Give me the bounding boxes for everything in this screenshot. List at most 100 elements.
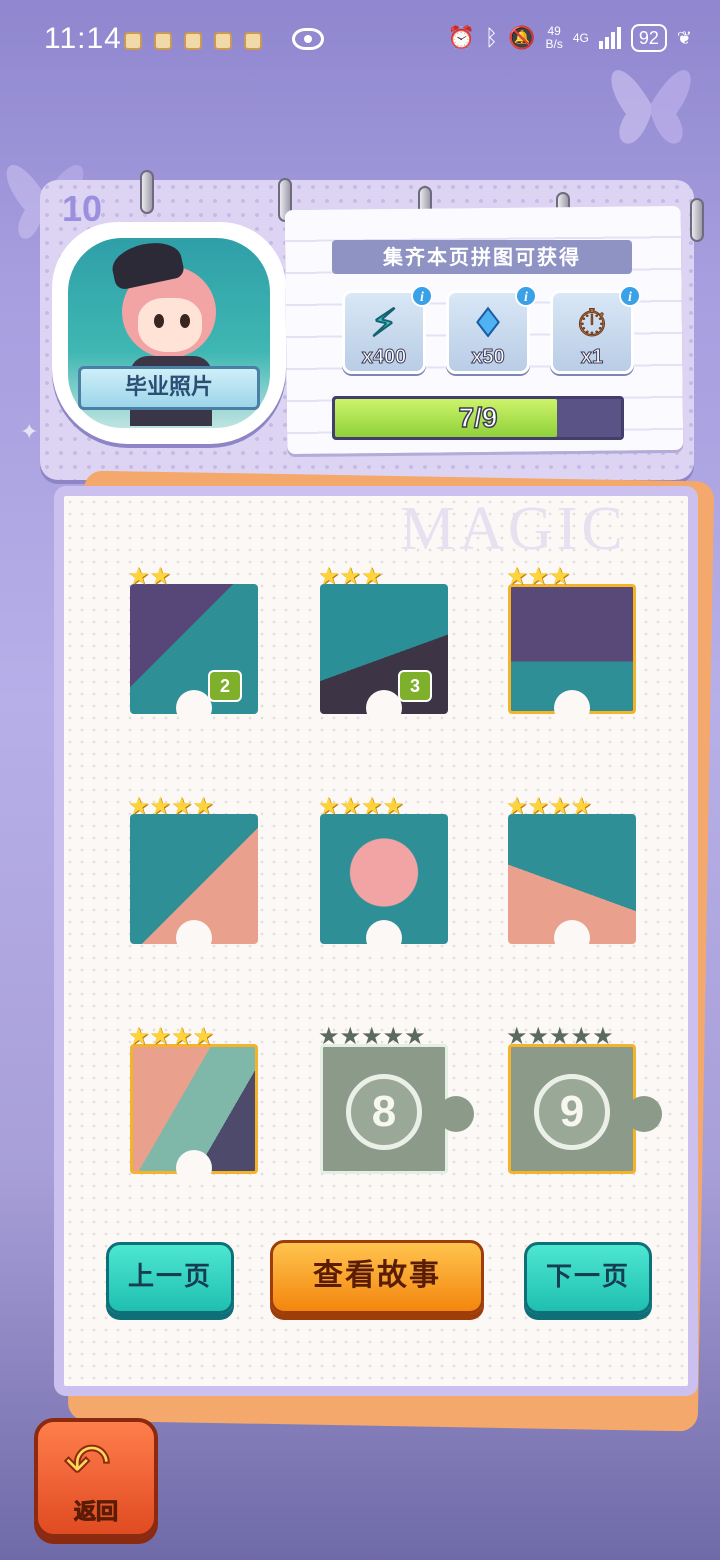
star-rating: ★ ★ ★ ★: [318, 794, 404, 818]
puzzle-piece[interactable]: ★ ★ ★ ★: [128, 1024, 258, 1186]
star-empty-icon: ★: [339, 1022, 362, 1050]
star-filled-icon: ★: [361, 562, 383, 590]
sparkle-icon: ✦: [20, 420, 39, 445]
chapter-title: 毕业照片: [78, 366, 260, 410]
puzzle-piece[interactable]: ★ ★ 2: [128, 564, 258, 726]
info-icon[interactable]: i: [411, 285, 433, 307]
puzzle-piece[interactable]: ★ ★ ★ ★: [128, 794, 258, 956]
star-empty-icon: ★: [404, 1022, 426, 1050]
star-filled-icon: ★: [318, 562, 340, 590]
star-filled-icon: ★: [549, 562, 571, 590]
star-empty-icon: ★: [506, 1022, 528, 1050]
network-type: 4G: [572, 30, 589, 45]
binder-ring: [140, 170, 154, 214]
star-empty-icon: ★: [318, 1022, 340, 1050]
piece-knob: [554, 920, 590, 956]
diamond-gem-icon: ♦: [470, 300, 506, 346]
reward-title: 集齐本页拼图可获得: [332, 240, 632, 274]
star-filled-icon: ★: [171, 792, 193, 820]
star-filled-icon: ★: [570, 792, 593, 820]
alarm-icon: ⏰: [447, 25, 475, 50]
star-filled-icon: ★: [192, 792, 215, 820]
page-number: 10: [62, 188, 103, 229]
puzzle-piece-locked[interactable]: ★ ★ ★ ★ ★ 9: [506, 1024, 662, 1174]
next-page-button[interactable]: 下一页: [524, 1242, 652, 1314]
eye-icon: [292, 28, 324, 50]
puzzle-piece[interactable]: ★ ★ ★ ★: [318, 794, 448, 956]
mute-bell-icon: 🔕: [508, 25, 536, 50]
star-filled-icon: ★: [318, 792, 340, 820]
star-filled-icon: ★: [506, 792, 528, 820]
app-notification-icon: [214, 32, 232, 50]
info-icon[interactable]: i: [619, 285, 641, 307]
piece-knob: [366, 690, 402, 726]
star-filled-icon: ★: [549, 792, 571, 820]
star-empty-icon: ★: [382, 1022, 405, 1050]
piece-knob: [554, 690, 590, 726]
piece-count-badge: 3: [398, 670, 432, 702]
star-rating: ★ ★: [128, 564, 171, 588]
star-filled-icon: ★: [382, 792, 405, 820]
star-filled-icon: ★: [527, 562, 550, 590]
piece-count-badge: 2: [208, 670, 242, 702]
puzzle-piece[interactable]: ★ ★ ★: [506, 564, 636, 726]
star-filled-icon: ★: [149, 1022, 172, 1050]
star-filled-icon: ★: [149, 792, 172, 820]
reward-item-energy[interactable]: ⚡ x400 i: [342, 285, 433, 374]
star-filled-icon: ★: [506, 562, 528, 590]
piece-knob: [626, 1096, 662, 1132]
bluetooth-icon: ᛒ: [484, 25, 499, 50]
star-filled-icon: ★: [339, 562, 362, 590]
star-empty-icon: ★: [527, 1022, 550, 1050]
star-empty-icon: ★: [361, 1022, 383, 1050]
piece-number: 8: [346, 1074, 422, 1150]
star-filled-icon: ★: [527, 792, 550, 820]
piece-knob: [176, 1150, 212, 1186]
binder-ring: [690, 198, 704, 242]
star-rating: ★ ★ ★: [318, 564, 383, 588]
puzzle-piece[interactable]: ★ ★ ★ 3: [318, 564, 448, 726]
back-arrow-icon: ↶: [63, 1431, 112, 1498]
piece-knob: [438, 1096, 474, 1132]
app-notification-icon: [124, 32, 142, 50]
star-filled-icon: ★: [339, 792, 362, 820]
app-notification-icon: [244, 32, 262, 50]
stopwatch-icon: ⏱: [577, 301, 608, 346]
app-notification-icon: [184, 32, 202, 50]
app-notification-icon: [154, 32, 172, 50]
puzzle-piece-locked[interactable]: ★ ★ ★ ★ ★ 8: [318, 1024, 474, 1174]
star-filled-icon: ★: [128, 792, 150, 820]
star-rating: ★ ★ ★ ★: [506, 794, 592, 818]
butterfly-decoration-icon: [611, 70, 691, 144]
clock: 11:14: [44, 22, 122, 55]
notification-icons: [124, 32, 262, 50]
back-label: 返回: [73, 1500, 118, 1526]
star-filled-icon: ★: [128, 562, 150, 590]
piece-knob: [366, 920, 402, 956]
back-button[interactable]: ↶ 返回: [34, 1418, 158, 1538]
star-rating: ★ ★ ★ ★: [128, 1024, 214, 1048]
star-empty-icon: ★: [570, 1022, 593, 1050]
piece-knob: [176, 920, 212, 956]
star-filled-icon: ★: [171, 1022, 193, 1050]
star-rating: ★ ★ ★ ★ ★: [506, 1024, 614, 1048]
star-filled-icon: ★: [149, 562, 172, 590]
star-rating: ★ ★ ★ ★ ★: [318, 1024, 426, 1048]
star-empty-icon: ★: [549, 1022, 571, 1050]
star-rating: ★ ★ ★: [506, 564, 571, 588]
star-filled-icon: ★: [361, 792, 383, 820]
progress-label: 7/9: [458, 401, 498, 434]
star-empty-icon: ★: [592, 1022, 614, 1050]
star-rating: ★ ★ ★ ★: [128, 794, 214, 818]
reward-item-diamond[interactable]: ♦ x50 i: [446, 285, 537, 374]
star-filled-icon: ★: [192, 1022, 215, 1050]
prev-page-button[interactable]: 上一页: [106, 1242, 234, 1314]
magic-watermark: MAGIC: [400, 495, 627, 563]
piece-knob: [176, 690, 212, 726]
info-icon[interactable]: i: [515, 285, 537, 307]
star-filled-icon: ★: [128, 1022, 150, 1050]
puzzle-piece[interactable]: ★ ★ ★ ★: [506, 794, 636, 956]
view-story-button[interactable]: 查看故事: [270, 1240, 484, 1314]
reward-item-stopwatch[interactable]: ⏱ x1 i: [550, 285, 641, 374]
piece-number: 9: [534, 1074, 610, 1150]
